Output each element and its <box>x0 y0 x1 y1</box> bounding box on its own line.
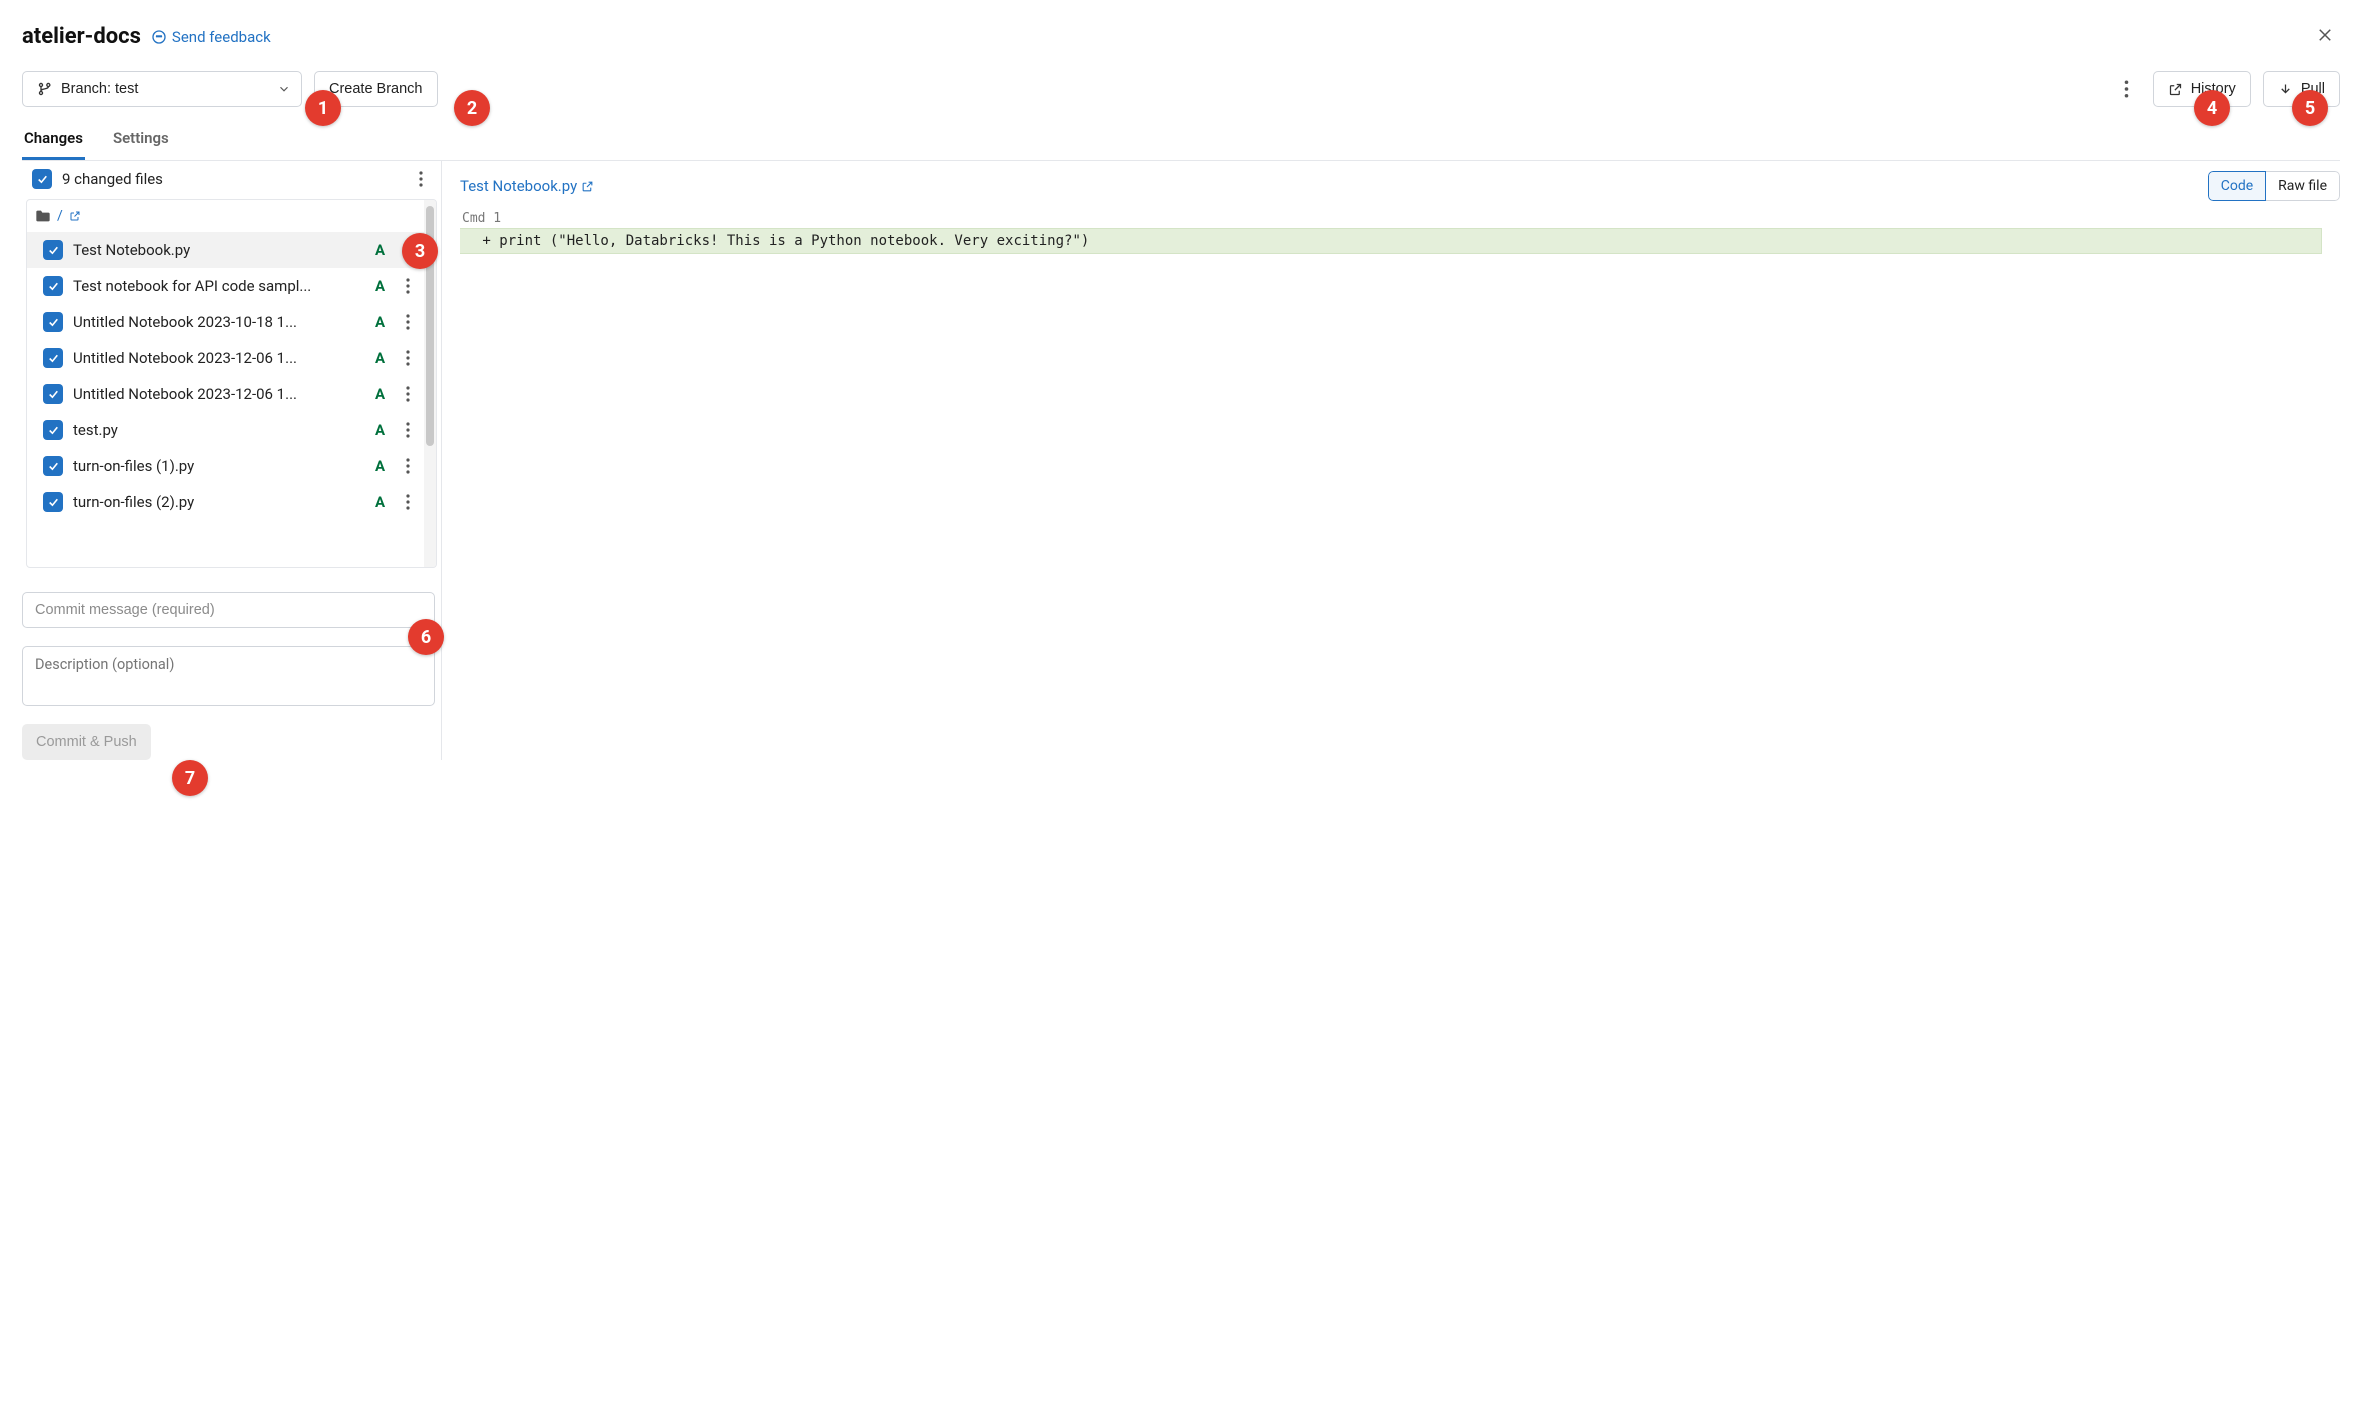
file-status: A <box>372 421 388 439</box>
commit-description-input[interactable] <box>22 646 435 706</box>
diff-view-code-label: Code <box>2221 178 2253 194</box>
file-name: Untitled Notebook 2023-10-18 1... <box>73 313 362 331</box>
diff-file-link[interactable]: Test Notebook.py <box>460 177 594 195</box>
close-button[interactable] <box>2312 22 2338 48</box>
file-name: Test Notebook.py <box>73 241 362 259</box>
diff-content: Cmd 1 + print ("Hello, Databricks! This … <box>460 211 2340 254</box>
files-header: 9 changed files <box>22 161 441 197</box>
tab-settings[interactable]: Settings <box>111 123 171 160</box>
file-overflow-menu[interactable] <box>398 278 418 294</box>
file-status: A <box>372 241 388 259</box>
file-name: Untitled Notebook 2023-12-06 1... <box>73 385 362 403</box>
open-external-icon <box>581 180 594 193</box>
pull-button[interactable]: Pull <box>2263 71 2340 107</box>
diff-cmd-label: Cmd 1 <box>460 211 2340 226</box>
file-name: turn-on-files (2).py <box>73 493 362 511</box>
branch-selector[interactable]: Branch: test <box>22 71 302 107</box>
file-status: A <box>372 457 388 475</box>
file-status: A <box>372 313 388 331</box>
file-name: turn-on-files (1).py <box>73 457 362 475</box>
history-label: History <box>2191 81 2236 97</box>
diff-header: Test Notebook.py Code Raw file <box>460 171 2340 211</box>
history-button[interactable]: History <box>2153 71 2251 107</box>
diff-view-toggle: Code Raw file <box>2208 171 2340 201</box>
feedback-label: Send feedback <box>172 28 271 46</box>
changed-files-count: 9 changed files <box>62 170 163 188</box>
tab-changes[interactable]: Changes <box>22 123 85 160</box>
diff-view-raw-label: Raw file <box>2278 178 2327 194</box>
create-branch-button[interactable]: Create Branch <box>314 71 438 107</box>
git-dialog: atelier-docs Send feedback Branch: test … <box>22 18 2340 760</box>
files-overflow-menu[interactable] <box>411 171 431 187</box>
file-checkbox[interactable] <box>43 348 63 368</box>
file-overflow-menu[interactable] <box>398 422 418 438</box>
file-row[interactable]: turn-on-files (1).py A <box>27 448 424 484</box>
branch-label: Branch: test <box>61 81 138 97</box>
file-status: A <box>372 349 388 367</box>
file-checkbox[interactable] <box>43 276 63 296</box>
send-feedback-link[interactable]: Send feedback <box>151 28 271 46</box>
file-checkbox[interactable] <box>43 420 63 440</box>
file-name: test.py <box>73 421 362 439</box>
file-checkbox[interactable] <box>43 312 63 332</box>
file-row[interactable]: Test Notebook.py A <box>27 232 424 268</box>
commit-area: Commit & Push <box>22 578 441 760</box>
diff-pane: Test Notebook.py Code Raw file Cmd 1 <box>442 161 2340 760</box>
file-checkbox[interactable] <box>43 384 63 404</box>
chevron-down-icon <box>277 82 291 96</box>
file-checkbox[interactable] <box>43 492 63 512</box>
file-row[interactable]: Test notebook for API code sampl... A <box>27 268 424 304</box>
file-overflow-menu[interactable] <box>398 458 418 474</box>
file-overflow-menu[interactable] <box>398 494 418 510</box>
callout-7: 7 <box>172 760 208 796</box>
file-overflow-menu[interactable] <box>398 386 418 402</box>
file-overflow-menu[interactable] <box>398 314 418 330</box>
file-tree-scrollbar[interactable] <box>424 200 436 567</box>
commit-push-label: Commit & Push <box>36 734 137 750</box>
diff-view-raw[interactable]: Raw file <box>2266 171 2340 201</box>
file-row[interactable]: Untitled Notebook 2023-12-06 1... A <box>27 340 424 376</box>
file-name: Untitled Notebook 2023-12-06 1... <box>73 349 362 367</box>
files-pane: 9 changed files / Tes <box>22 161 442 760</box>
select-all-checkbox[interactable] <box>32 169 52 189</box>
file-status: A <box>372 493 388 511</box>
file-name: Test notebook for API code sampl... <box>73 277 362 295</box>
toolbar: Branch: test Create Branch History Pull <box>22 67 2340 117</box>
file-status: A <box>372 385 388 403</box>
external-link-icon <box>2168 82 2183 97</box>
file-overflow-menu[interactable] <box>398 242 418 258</box>
file-tree: / Test Notebook.pyATest notebook for API… <box>26 199 437 568</box>
changes-panel: 9 changed files / Tes <box>22 160 2340 760</box>
file-row[interactable]: Untitled Notebook 2023-12-06 1... A <box>27 376 424 412</box>
root-folder-label: / <box>57 208 63 224</box>
commit-message-input[interactable] <box>22 592 435 628</box>
title-row: atelier-docs Send feedback <box>22 18 2340 67</box>
download-arrow-icon <box>2278 82 2293 97</box>
file-overflow-menu[interactable] <box>398 350 418 366</box>
diff-view-code[interactable]: Code <box>2208 171 2266 201</box>
file-checkbox[interactable] <box>43 456 63 476</box>
diff-added-line: + print ("Hello, Databricks! This is a P… <box>460 228 2322 254</box>
commit-push-button[interactable]: Commit & Push <box>22 724 151 760</box>
diff-file-name: Test Notebook.py <box>460 177 577 195</box>
file-row[interactable]: test.py A <box>27 412 424 448</box>
file-tree-list[interactable]: / Test Notebook.pyATest notebook for API… <box>27 200 424 567</box>
repo-title: atelier-docs <box>22 24 141 49</box>
root-folder[interactable]: / <box>27 200 424 232</box>
folder-icon <box>35 209 51 223</box>
file-row[interactable]: Untitled Notebook 2023-10-18 1... A <box>27 304 424 340</box>
toolbar-overflow-menu[interactable] <box>2113 71 2141 107</box>
file-row[interactable]: turn-on-files (2).py A <box>27 484 424 520</box>
tabs: Changes Settings <box>22 117 2340 160</box>
open-external-icon <box>69 210 81 222</box>
feedback-icon <box>151 29 167 45</box>
branch-icon <box>37 81 53 97</box>
file-checkbox[interactable] <box>43 240 63 260</box>
tab-changes-label: Changes <box>24 129 83 147</box>
pull-label: Pull <box>2301 81 2325 97</box>
create-branch-label: Create Branch <box>329 81 423 97</box>
tab-settings-label: Settings <box>113 129 169 147</box>
file-status: A <box>372 277 388 295</box>
